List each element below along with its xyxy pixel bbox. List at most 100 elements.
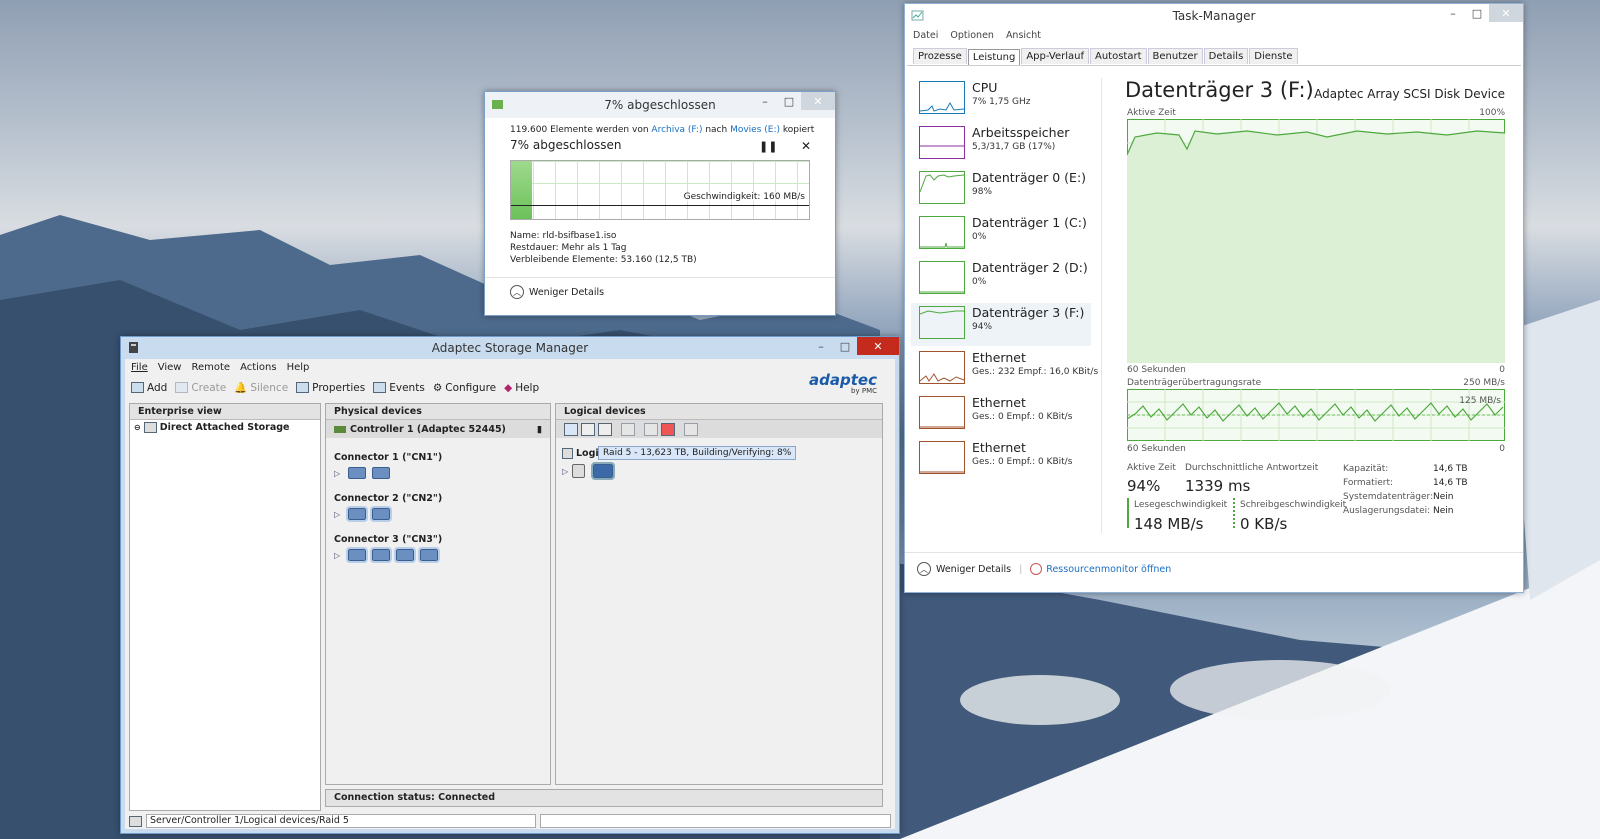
storage-manager-titlebar[interactable]: Adaptec Storage Manager – □ ✕ — [121, 337, 899, 359]
tm-sidebar-item[interactable]: CPU 7% 1,75 GHz — [911, 78, 1091, 121]
events-icon — [373, 382, 387, 393]
copy-logical-icon[interactable] — [644, 422, 658, 436]
copy-dialog-titlebar[interactable]: 7% abgeschlossen – □ ✕ — [485, 92, 835, 118]
expand-arrow-icon[interactable]: ▷ — [334, 510, 340, 519]
logical-header: Logical devices — [556, 404, 882, 420]
chart1-max: 100% — [1479, 108, 1505, 118]
physical-disk-icon[interactable] — [418, 547, 441, 563]
maximize-button[interactable]: □ — [833, 337, 857, 355]
silence-button[interactable]: 🔔 Silence — [234, 381, 288, 395]
sidebar-thumbnail — [919, 306, 965, 339]
task-manager-titlebar[interactable]: Task-Manager – □ ✕ — [905, 4, 1523, 28]
maximize-button[interactable]: □ — [1465, 4, 1489, 22]
dest-link[interactable]: Movies (E:) — [730, 125, 780, 135]
menu-file[interactable]: File — [131, 362, 148, 373]
tab-app-verlauf[interactable]: App-Verlauf — [1021, 48, 1089, 64]
minimize-button[interactable]: – — [809, 337, 833, 355]
copy-progress-dialog: 7% abgeschlossen – □ ✕ 119.600 Elemente … — [484, 91, 836, 316]
copy-speed-text: Geschwindigkeit: 160 MB/s — [683, 192, 805, 202]
connector-disks: ▷ — [334, 506, 550, 522]
menu-view[interactable]: View — [158, 362, 182, 373]
copy-icon — [492, 100, 503, 109]
tm-main-title: Datenträger 3 (F:) — [1125, 78, 1314, 102]
events-button[interactable]: Events — [373, 382, 425, 394]
tm-sidebar-item[interactable]: Datenträger 3 (F:) 94% — [911, 303, 1091, 346]
help-button[interactable]: ◆ Help — [504, 382, 539, 394]
source-link[interactable]: Archiva (F:) — [651, 125, 702, 135]
copy-progress-fill — [511, 161, 532, 219]
close-button[interactable]: ✕ — [857, 337, 899, 355]
chart1-label: Aktive Zeit — [1127, 108, 1176, 118]
tm-sidebar-item[interactable]: Datenträger 0 (E:) 98% — [911, 168, 1091, 211]
tab-dienste[interactable]: Dienste — [1249, 48, 1298, 64]
detail-view-icon[interactable] — [598, 422, 612, 436]
active-time-label: Aktive Zeit — [1127, 463, 1176, 473]
physical-devices-panel: Physical devices Controller 1 (Adaptec 5… — [325, 403, 551, 785]
tab-benutzer[interactable]: Benutzer — [1147, 48, 1203, 64]
resource-monitor-link[interactable]: Ressourcenmonitor öffnen — [1030, 563, 1171, 575]
copy-description: 119.600 Elemente werden von Archiva (F:)… — [510, 125, 814, 135]
lock-icon[interactable] — [572, 464, 586, 478]
copy-less-details-button[interactable]: ︿ Weniger Details — [510, 285, 604, 299]
add-logical-icon[interactable] — [621, 422, 635, 436]
maximize-button[interactable]: □ — [777, 92, 801, 110]
sidebar-item-subtitle: Ges.: 0 Empf.: 0 KBit/s — [972, 412, 1073, 422]
physical-disk-icon[interactable] — [348, 467, 367, 479]
minimize-button[interactable]: – — [753, 92, 777, 110]
text-view-icon[interactable] — [564, 422, 578, 436]
tab-prozesse[interactable]: Prozesse — [913, 48, 967, 64]
disk-property-values: 14,6 TB 14,6 TB Nein Nein — [1433, 462, 1468, 518]
create-icon — [175, 382, 189, 393]
tm-sidebar-item[interactable]: Arbeitsspeicher 5,3/31,7 GB (17%) — [911, 123, 1091, 166]
physical-disk-icon[interactable] — [370, 506, 393, 522]
physical-disk-icon[interactable] — [372, 467, 391, 479]
expand-arrow-icon[interactable]: ▷ — [562, 467, 568, 476]
expand-arrow-icon[interactable]: ▷ — [334, 551, 340, 560]
tm-less-details-button[interactable]: ︿ Weniger Details — [917, 562, 1011, 576]
create-button[interactable]: Create — [175, 382, 226, 394]
menu-ansicht[interactable]: Ansicht — [1006, 30, 1041, 41]
physical-disk-icon[interactable] — [394, 547, 417, 563]
close-icon[interactable]: ✕ — [801, 139, 811, 153]
delete-logical-icon[interactable] — [661, 422, 675, 436]
physical-disk-icon[interactable] — [346, 506, 369, 522]
tm-sidebar-item[interactable]: Datenträger 2 (D:) 0% — [911, 258, 1091, 301]
tab-autostart[interactable]: Autostart — [1089, 48, 1147, 64]
tm-sidebar-item[interactable]: Datenträger 1 (C:) 0% — [911, 213, 1091, 256]
minimize-button[interactable]: – — [1441, 4, 1465, 22]
add-button[interactable]: Add — [131, 382, 167, 394]
shield-icon[interactable] — [684, 422, 698, 436]
pause-icon[interactable]: ❚❚ — [759, 140, 777, 153]
tree-direct-attached[interactable]: ⊖ Direct Attached Storage — [130, 420, 320, 435]
sidebar-thumbnail — [919, 126, 965, 159]
prop-system-value: Nein — [1433, 492, 1454, 502]
tm-sidebar-item[interactable]: Ethernet Ges.: 232 Empf.: 16,0 KBit/s — [911, 348, 1098, 391]
tab-leistung[interactable]: Leistung — [967, 49, 1021, 65]
controller-label: Controller 1 (Adaptec 52445) — [350, 423, 506, 435]
menu-actions[interactable]: Actions — [240, 362, 277, 373]
raid5-device-icon[interactable] — [591, 462, 616, 480]
sidebar-item-title: Arbeitsspeicher — [972, 125, 1070, 140]
controller-row[interactable]: Controller 1 (Adaptec 52445) ▮ — [326, 420, 550, 438]
expand-arrow-icon[interactable]: ▷ — [334, 469, 340, 478]
tab-details[interactable]: Details — [1203, 48, 1249, 64]
connector-disks: ▷ — [334, 547, 550, 563]
menu-help[interactable]: Help — [287, 362, 310, 373]
configure-button[interactable]: ⚙ Configure — [433, 382, 496, 394]
menu-optionen[interactable]: Optionen — [950, 30, 994, 41]
menu-remote[interactable]: Remote — [191, 362, 230, 373]
close-button[interactable]: ✕ — [1489, 4, 1523, 22]
copy-desc-prefix: 119.600 Elemente werden von — [510, 125, 649, 135]
menu-datei[interactable]: Datei — [913, 30, 938, 41]
physical-disk-icon[interactable] — [346, 547, 369, 563]
tm-sidebar-item[interactable]: Ethernet Ges.: 0 Empf.: 0 KBit/s — [911, 438, 1091, 481]
tm-sidebar-item[interactable]: Ethernet Ges.: 0 Empf.: 0 KBit/s — [911, 393, 1091, 436]
configure-icon: ⚙ — [432, 381, 443, 394]
logical-device-row[interactable]: Logi — [562, 448, 599, 459]
properties-button[interactable]: Properties — [296, 382, 365, 394]
help-icon: ◆ — [504, 381, 513, 394]
list-view-icon[interactable] — [581, 422, 595, 436]
close-button[interactable]: ✕ — [801, 92, 835, 110]
physical-disk-icon[interactable] — [370, 547, 393, 563]
sidebar-item-title: CPU — [972, 80, 998, 95]
